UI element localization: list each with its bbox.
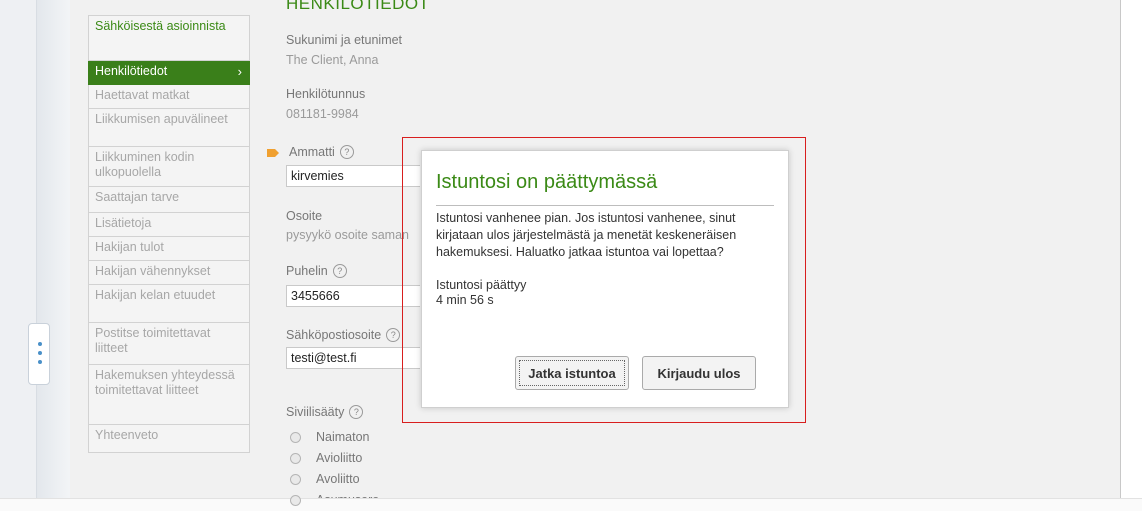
nav-item-additional-info[interactable]: Lisätietoja [88, 213, 250, 237]
session-timeout-dialog: Istuntosi on päättymässä Istuntosi vanhe… [421, 150, 789, 408]
help-circle-icon[interactable]: ? [332, 264, 347, 278]
nav-item-kela-benefits[interactable]: Hakijan kelan etuudet [88, 285, 250, 323]
address-value: pysyykö osoite saman [286, 228, 409, 242]
session-ends-label: Istuntosi päättyy [436, 278, 527, 292]
dialog-message: Istuntosi vanhenee pian. Jos istuntosi v… [436, 211, 737, 259]
radio-label-cohabiting: Avoliitto [316, 472, 360, 486]
help-circle-icon[interactable]: ? [349, 405, 364, 419]
nav-item-personal-info[interactable]: Henkilötiedot › [88, 61, 250, 85]
radio-label-separated: Asumusero [316, 493, 379, 498]
nav-item-mobility-aids[interactable]: Liikkumisen apuvälineet [88, 109, 250, 147]
phone-input[interactable]: 3455666 [286, 285, 420, 307]
page-footer-strip [0, 498, 1142, 511]
radio-married[interactable] [290, 453, 301, 464]
nav-item-mailed-attachments[interactable]: Postitse toimitettavat liitteet [88, 323, 250, 365]
continue-session-button[interactable]: Jatka istuntoa [515, 356, 629, 390]
page-title: HENKILÖTIEDOT [286, 0, 430, 13]
radio-cohabiting[interactable] [290, 474, 301, 485]
side-panel-strip [36, 0, 71, 510]
dialog-title: Istuntosi on päättymässä [436, 171, 658, 193]
email-input[interactable]: testi@test.fi [286, 347, 420, 369]
nav-item-escort-need[interactable]: Saattajan tarve [88, 187, 250, 213]
marital-status-label: Siviilisääty? [286, 405, 364, 419]
radio-separated[interactable] [290, 495, 301, 506]
occupation-input[interactable]: kirvemies [286, 165, 420, 187]
side-panel-handle[interactable] [28, 323, 50, 385]
radio-label-married: Avioliitto [316, 451, 363, 465]
nav-item-electronic-services[interactable]: Sähköisestä asioinnista [88, 15, 250, 61]
session-time-remaining: 4 min 56 s [436, 293, 494, 307]
chevron-right-icon: › [237, 64, 242, 79]
nav-item-summary[interactable]: Yhteenveto [88, 425, 250, 453]
phone-label: Puhelin? [286, 264, 347, 278]
ssn-label: Henkilötunnus [286, 87, 366, 101]
nav-item-trips[interactable]: Haettavat matkat [88, 85, 250, 109]
email-label: Sähköpostiosoite? [286, 328, 401, 342]
dialog-divider [436, 205, 774, 206]
occupation-label: Ammatti? [289, 145, 354, 159]
ssn-value: 081181-9984 [286, 107, 359, 121]
help-circle-icon[interactable]: ? [339, 145, 354, 159]
wizard-navigation: Sähköisestä asioinnista Henkilötiedot › H… [88, 15, 250, 453]
address-label: Osoite [286, 209, 323, 223]
arrow-tag-icon [267, 149, 279, 157]
more-vertical-icon [38, 342, 42, 346]
name-label: Sukunimi ja etunimet [286, 33, 403, 47]
radio-single[interactable] [290, 432, 301, 443]
nav-item-applicant-deductions[interactable]: Hakijan vähennykset [88, 261, 250, 285]
name-value: The Client, Anna [286, 53, 379, 67]
radio-label-single: Naimaton [316, 430, 370, 444]
help-circle-icon[interactable]: ? [386, 328, 401, 342]
nav-item-mobility-outside[interactable]: Liikkuminen kodin ulkopuolella [88, 147, 250, 187]
nav-item-application-attachments[interactable]: Hakemuksen yhteydessä toimitettavat liit… [88, 365, 250, 425]
nav-item-applicant-income[interactable]: Hakijan tulot [88, 237, 250, 261]
logout-button[interactable]: Kirjaudu ulos [642, 356, 756, 390]
